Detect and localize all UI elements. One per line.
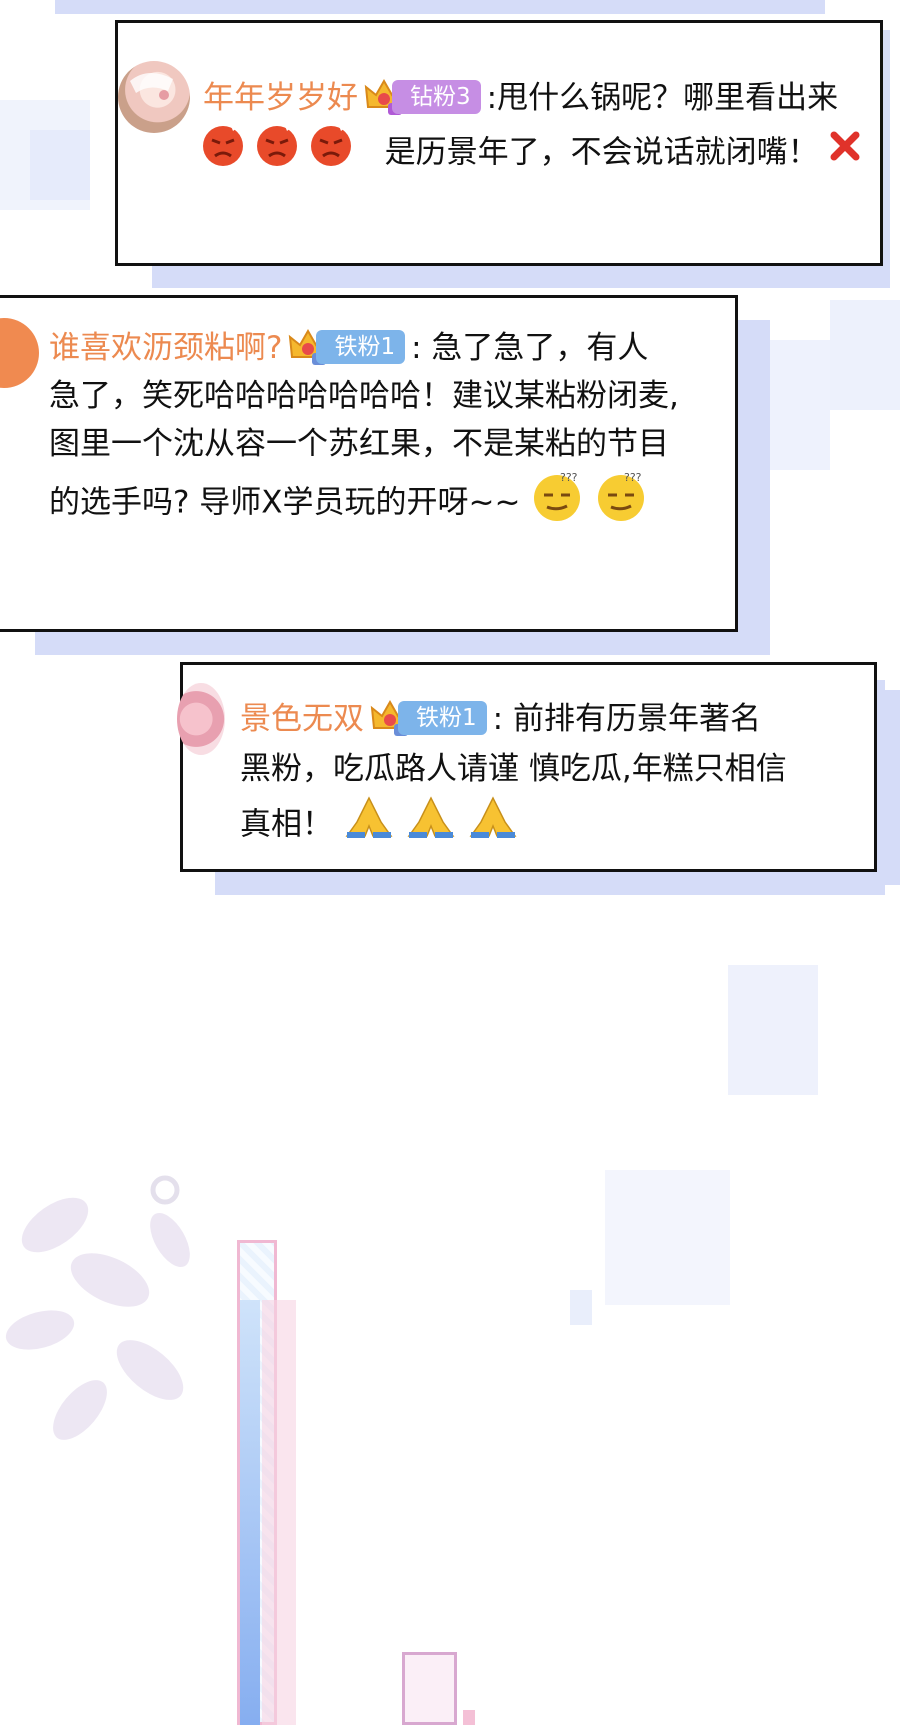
comment-text: 真相！ bbox=[240, 806, 333, 843]
right-edge-stripe bbox=[883, 690, 900, 885]
angry-face-icon bbox=[201, 124, 245, 178]
fan-badge: 铁粉1 bbox=[368, 698, 487, 738]
floral-watermark bbox=[5, 1175, 190, 1440]
comment-line: 是历景年了，不会说话就闭嘴！ bbox=[201, 124, 862, 181]
comment-line: 图里一个沈从容一个苏红果，不是某粘的节目 bbox=[49, 426, 669, 462]
angry-face-icon bbox=[309, 124, 353, 178]
badge-label: 铁粉1 bbox=[398, 700, 487, 735]
top-bar-decoration bbox=[55, 0, 825, 14]
comment-line: 急了，笑死哈哈哈哈哈哈哈！建议某粘粉闭麦, bbox=[49, 378, 679, 414]
praying-hands-icon bbox=[405, 796, 457, 850]
badge-label: 钻粉3 bbox=[392, 79, 481, 114]
praying-hands-icon bbox=[343, 796, 395, 850]
comment-line: 景色无双 铁粉1: 前排有历景年著名 bbox=[240, 699, 761, 741]
comment-line: 谁喜欢沥颈粘啊? 铁粉1: 急了急了，有人 bbox=[49, 328, 648, 370]
ribbon-decoration bbox=[463, 1710, 475, 1725]
bg-square-decoration bbox=[570, 1290, 592, 1325]
comment-card: 年年岁岁好 钻粉3:甩什么锅呢？哪里看出来 是历景年了，不会说话就闭嘴！ bbox=[115, 20, 883, 266]
comment-text: : 前排有历景年著名 bbox=[492, 701, 761, 737]
comment-card: 景色无双 铁粉1: 前排有历景年著名 黑粉，吃瓜路人请谨 慎吃瓜,年糕只相信 真相… bbox=[177, 662, 877, 872]
ribbon-decoration bbox=[240, 1300, 260, 1725]
avatar[interactable] bbox=[118, 61, 190, 133]
username-link[interactable]: 年年岁岁好 bbox=[203, 80, 358, 116]
smirk-face-icon: ??? bbox=[530, 469, 584, 533]
bg-square-decoration bbox=[760, 340, 830, 470]
cross-mark-icon bbox=[828, 129, 862, 173]
avatar[interactable] bbox=[177, 683, 225, 755]
svg-text:???: ??? bbox=[624, 471, 642, 484]
comment-text: : 急了急了，有人 bbox=[411, 330, 649, 366]
fan-badge: 铁粉1 bbox=[286, 327, 406, 367]
ribbon-decoration bbox=[262, 1300, 296, 1725]
svg-text:???: ??? bbox=[560, 471, 578, 484]
username-link[interactable]: 谁喜欢沥颈粘啊? bbox=[49, 330, 282, 366]
praying-hands-icon bbox=[467, 796, 519, 850]
comment-line: 年年岁岁好 钻粉3:甩什么锅呢？哪里看出来 bbox=[203, 78, 838, 120]
fan-badge: 钻粉3 bbox=[362, 77, 481, 117]
comment-line: 真相！ bbox=[240, 796, 519, 853]
bg-square-decoration bbox=[605, 1170, 730, 1305]
comment-text: 的选手吗? 导师X学员玩的开呀~~ bbox=[49, 484, 521, 521]
comment-text: 是历景年了，不会说话就闭嘴！ bbox=[384, 134, 819, 171]
comment-line: 的选手吗? 导师X学员玩的开呀~~ ??? ??? bbox=[49, 469, 648, 536]
avatar[interactable] bbox=[0, 318, 39, 388]
comment-line: 黑粉，吃瓜路人请谨 慎吃瓜,年糕只相信 bbox=[240, 751, 787, 787]
badge-label: 铁粉1 bbox=[316, 329, 406, 364]
bg-square-decoration bbox=[30, 130, 90, 200]
angry-face-icon bbox=[255, 124, 299, 178]
ribbon-decoration bbox=[402, 1652, 457, 1725]
avatar-image-icon bbox=[130, 72, 173, 100]
username-link[interactable]: 景色无双 bbox=[240, 701, 364, 737]
comment-card: 谁喜欢沥颈粘啊? 铁粉1: 急了急了，有人 急了，笑死哈哈哈哈哈哈哈！建议某粘粉闭… bbox=[0, 295, 738, 632]
comment-text: :甩什么锅呢？哪里看出来 bbox=[486, 80, 839, 116]
smirk-face-icon: ??? bbox=[594, 469, 648, 533]
bg-square-decoration bbox=[728, 965, 818, 1095]
bg-square-decoration bbox=[830, 300, 900, 410]
